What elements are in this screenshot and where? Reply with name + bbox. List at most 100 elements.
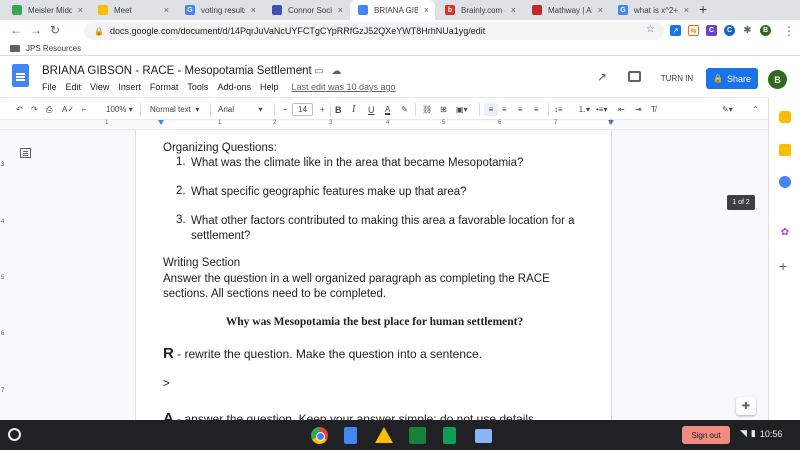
close-tab-icon[interactable]: × xyxy=(78,5,83,15)
browser-menu-icon[interactable]: ⋮ xyxy=(783,24,795,38)
print-icon[interactable]: ⎙ xyxy=(46,103,52,116)
menu-item-tools[interactable]: Tools xyxy=(187,82,208,92)
system-tray[interactable]: ◥ ▮ 10:56 xyxy=(740,428,782,439)
spellcheck-icon[interactable]: A✓ xyxy=(62,103,74,116)
account-avatar[interactable]: B xyxy=(768,70,787,89)
menu-item-view[interactable]: View xyxy=(90,82,109,92)
extension-icon[interactable]: C xyxy=(724,25,735,36)
close-tab-icon[interactable]: × xyxy=(684,5,689,15)
bulleted-list-icon[interactable]: •≡▾ xyxy=(596,103,607,116)
decrease-indent-icon[interactable]: ⇤ xyxy=(618,103,625,116)
browser-tab[interactable]: Mathway | Alge × xyxy=(524,0,609,20)
addon-icon[interactable]: ✿ xyxy=(779,226,791,238)
tasks-icon[interactable] xyxy=(779,144,791,156)
highlight-icon[interactable]: ✎ xyxy=(401,103,408,116)
tasks-check-icon[interactable] xyxy=(779,176,791,188)
document-outline-icon[interactable] xyxy=(20,148,31,158)
italic-button[interactable]: I xyxy=(352,103,355,116)
docs-app-icon[interactable] xyxy=(344,427,357,444)
browser-tab[interactable]: Meet × xyxy=(90,0,175,20)
new-tab-button[interactable]: + xyxy=(699,1,707,17)
drive-app-icon[interactable] xyxy=(375,427,393,443)
turn-in-button[interactable]: TURN IN xyxy=(652,68,702,88)
underline-button[interactable]: U xyxy=(368,103,375,116)
menu-item-format[interactable]: Format xyxy=(150,82,179,92)
undo-icon[interactable]: ↶ xyxy=(16,103,23,116)
menu-item-add-ons[interactable]: Add-ons xyxy=(217,82,251,92)
cloud-status-icon[interactable]: ☁ xyxy=(331,66,341,77)
editing-mode-pencil-icon[interactable]: ✎▾ xyxy=(722,103,733,116)
increase-font-size-button[interactable]: + xyxy=(320,103,325,116)
extension-icon[interactable]: ⇆ xyxy=(688,25,699,36)
bookmark-folder-jps-resources[interactable]: JPS Resources xyxy=(26,44,81,53)
menu-item-help[interactable]: Help xyxy=(260,82,279,92)
font-size-input[interactable]: 14 xyxy=(292,103,313,116)
align-left-icon[interactable]: ≡ xyxy=(484,103,498,116)
align-right-icon[interactable]: ≡ xyxy=(518,103,523,116)
back-arrow-icon[interactable]: ← xyxy=(10,23,22,37)
align-center-icon[interactable]: ≡ xyxy=(502,103,507,116)
horizontal-ruler[interactable]: 1 1 2 3 4 5 6 7 8 xyxy=(0,120,768,130)
files-app-icon[interactable] xyxy=(475,429,492,443)
left-indent-marker[interactable] xyxy=(158,120,164,125)
classroom-app-icon[interactable] xyxy=(409,427,426,444)
last-edit-link[interactable]: Last edit was 10 days ago xyxy=(291,82,395,92)
insert-link-icon[interactable]: ⛓ xyxy=(422,103,432,116)
browser-tab[interactable]: Connor Social × xyxy=(264,0,349,20)
clear-formatting-icon[interactable]: T̸ xyxy=(651,103,656,116)
close-tab-icon[interactable]: × xyxy=(338,5,343,15)
extension-icon[interactable]: ↗ xyxy=(670,25,681,36)
close-tab-icon[interactable]: × xyxy=(251,5,256,15)
justify-icon[interactable]: ≡ xyxy=(534,103,539,116)
star-icon[interactable]: ☆ xyxy=(297,66,306,77)
browser-tab[interactable]: Meisler Middle × xyxy=(4,0,89,20)
style-select[interactable]: Normal text ▾ xyxy=(150,103,199,116)
star-bookmark-icon[interactable]: ☆ xyxy=(646,24,655,35)
insert-image-icon[interactable]: ▣▾ xyxy=(456,103,468,116)
browser-tab[interactable]: Gvoting results - × xyxy=(177,0,262,20)
document-title[interactable]: BRIANA GIBSON - RACE - Mesopotamia Settl… xyxy=(42,65,312,77)
comment-history-icon[interactable] xyxy=(628,71,641,82)
document-page[interactable]: Organizing Questions: 1. What was the cl… xyxy=(135,130,612,420)
menu-item-insert[interactable]: Insert xyxy=(118,82,141,92)
zoom-select[interactable]: 100% ▾ xyxy=(106,103,133,116)
menu-item-file[interactable]: File xyxy=(42,82,57,92)
insert-comment-icon[interactable]: ⊞ xyxy=(440,103,447,116)
browser-tab[interactable]: b Brainly.com - F × xyxy=(437,0,522,20)
text-color-button[interactable]: A xyxy=(385,103,390,116)
extension-icon[interactable]: C xyxy=(706,25,717,36)
collapse-menus-icon[interactable]: ⌃ xyxy=(752,103,759,116)
sign-out-button[interactable]: Sign out xyxy=(682,426,730,444)
close-tab-icon[interactable]: × xyxy=(598,5,603,15)
line-spacing-icon[interactable]: ↕≡ xyxy=(554,103,563,116)
sheets-app-icon[interactable] xyxy=(443,427,456,444)
bold-button[interactable]: B xyxy=(335,103,342,116)
explore-icon[interactable]: ✚ xyxy=(736,397,756,415)
increase-indent-icon[interactable]: ⇥ xyxy=(635,103,642,116)
share-button[interactable]: 🔒 Share xyxy=(706,68,758,89)
close-tab-icon[interactable]: × xyxy=(164,5,169,15)
menu-item-edit[interactable]: Edit xyxy=(66,82,82,92)
paint-format-icon[interactable]: ⌐ xyxy=(82,103,87,116)
docs-logo-icon[interactable] xyxy=(12,64,29,87)
launcher-icon[interactable] xyxy=(8,428,21,441)
puzzle-extension-icon[interactable]: ✱ xyxy=(742,25,753,36)
redo-icon[interactable]: ↷ xyxy=(31,103,38,116)
browser-tab[interactable]: Gwhat is x^2+6 × xyxy=(610,0,695,20)
get-addons-plus-icon[interactable]: + xyxy=(779,258,787,274)
close-tab-icon[interactable]: × xyxy=(424,5,429,15)
keep-icon[interactable] xyxy=(779,111,791,123)
answer-prompt-marker[interactable]: > xyxy=(163,378,170,390)
forward-arrow-icon[interactable]: → xyxy=(30,23,42,37)
activity-trend-icon[interactable]: ↗ xyxy=(597,70,607,84)
close-tab-icon[interactable]: × xyxy=(511,5,516,15)
decrease-font-size-button[interactable]: − xyxy=(283,103,288,116)
reload-icon[interactable]: ↻ xyxy=(50,23,60,37)
browser-tab[interactable]: BRIANA GIBSON × xyxy=(350,0,435,20)
address-bar[interactable]: 🔒 docs.google.com/document/d/14PqrJuVaNc… xyxy=(84,22,664,40)
profile-avatar-small[interactable]: B xyxy=(760,25,771,36)
font-select[interactable]: Arial ▾ xyxy=(218,103,262,116)
numbered-list-icon[interactable]: ⒈▾ xyxy=(578,103,590,116)
move-folder-icon[interactable]: ▭ xyxy=(314,66,323,77)
chrome-app-icon[interactable] xyxy=(311,427,328,444)
